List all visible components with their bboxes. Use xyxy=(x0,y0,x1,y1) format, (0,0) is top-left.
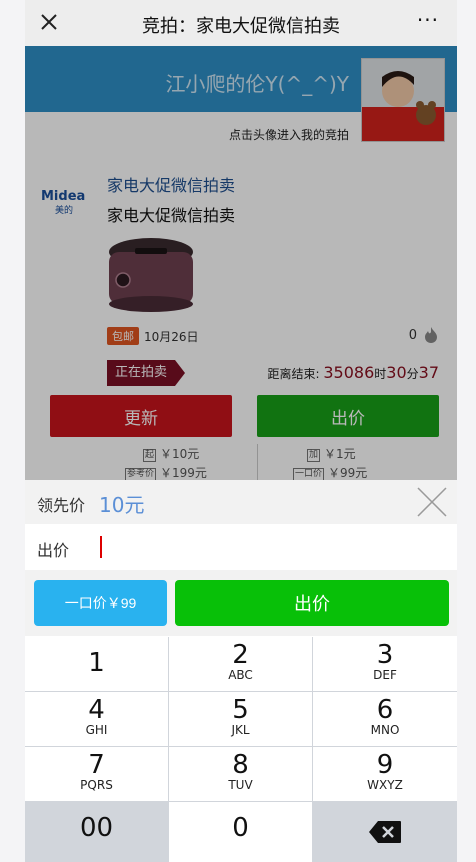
buy-now-button[interactable]: 一口价￥99 xyxy=(34,580,167,626)
close-icon[interactable] xyxy=(415,485,449,519)
key-8[interactable]: 8 TUV xyxy=(169,747,312,801)
backspace-key[interactable] xyxy=(313,802,457,862)
app-window: 竞拍：家电大促微信拍卖 ··· 江小爬的伦Y(^_^)Y 点击头像进入我的竞拍 … xyxy=(25,0,457,862)
key-7[interactable]: 7 PQRS xyxy=(25,747,168,801)
numeric-keypad: 1 2 ABC 3 DEF 4 GHI 5 JKL 6 MNO 7 PQRS 8 TUV 9W… xyxy=(25,637,457,862)
bid-actions: 一口价￥99 出价 xyxy=(25,570,457,636)
modal-overlay[interactable] xyxy=(25,46,457,480)
text-caret xyxy=(100,536,102,558)
more-icon[interactable]: ··· xyxy=(417,8,439,32)
auction-page: 江小爬的伦Y(^_^)Y 点击头像进入我的竞拍 Midea 美的 家电大促微信拍… xyxy=(25,46,457,480)
lead-price-value: 10元 xyxy=(99,493,145,517)
bid-input-row[interactable]: 出价 xyxy=(25,524,457,571)
submit-bid-button[interactable]: 出价 xyxy=(175,580,449,626)
key-00[interactable]: 00 xyxy=(25,802,168,862)
key-6[interactable]: 6 MNO xyxy=(313,692,457,746)
nav-bar: 竞拍：家电大促微信拍卖 ··· xyxy=(25,0,457,46)
key-4[interactable]: 4 GHI xyxy=(25,692,168,746)
key-0[interactable]: 0 xyxy=(169,802,312,862)
page-title: 竞拍：家电大促微信拍卖 xyxy=(142,16,340,37)
lead-price-row: 领先价 10元 xyxy=(25,480,457,524)
key-1[interactable]: 1 xyxy=(25,637,168,691)
key-9[interactable]: 9 WXYZ xyxy=(313,747,457,801)
lead-price-label: 领先价 xyxy=(37,496,86,515)
bid-input-label: 出价 xyxy=(37,541,70,560)
backspace-icon xyxy=(369,821,401,843)
key-5[interactable]: 5 JKL xyxy=(169,692,312,746)
key-2[interactable]: 2 ABC xyxy=(169,637,312,691)
close-icon[interactable] xyxy=(37,10,61,34)
key-3[interactable]: 3 DEF xyxy=(313,637,457,691)
